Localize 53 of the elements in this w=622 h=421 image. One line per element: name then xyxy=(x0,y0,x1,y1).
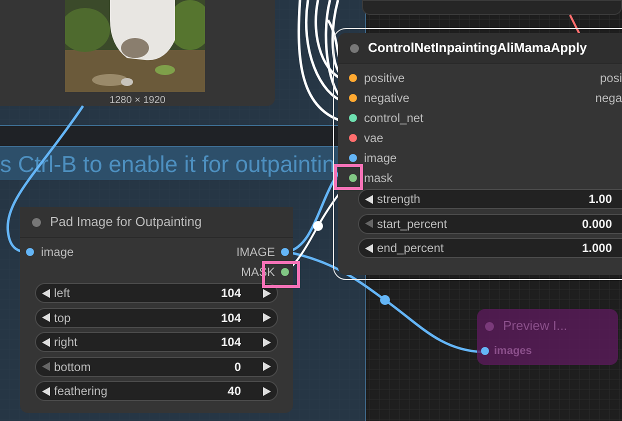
widget-label: bottom xyxy=(54,358,92,376)
widget-label: right xyxy=(54,334,78,351)
decrement-arrow-icon[interactable] xyxy=(42,386,50,396)
widget-value: 0.000 xyxy=(582,216,612,232)
highlight-box xyxy=(334,164,363,190)
decrement-arrow-icon[interactable] xyxy=(365,194,373,204)
widget-label: strength xyxy=(377,191,422,208)
number-widget[interactable]: end_percent 1.000 xyxy=(358,238,622,258)
node-title: Preview I... xyxy=(503,317,568,336)
number-widget[interactable]: start_percent 0.000 xyxy=(358,214,622,234)
input-label: negative xyxy=(364,90,410,107)
node-title: ControlNetInpaintingAliMamaApply xyxy=(368,39,587,58)
decrement-arrow-icon[interactable] xyxy=(42,313,50,322)
decrement-arrow-icon[interactable] xyxy=(42,338,50,346)
decrement-arrow-icon[interactable] xyxy=(42,288,50,298)
increment-arrow-icon[interactable] xyxy=(263,362,271,371)
number-widget[interactable]: right 104 xyxy=(35,332,278,352)
widget-value: 1.00 xyxy=(588,191,612,208)
increment-arrow-icon[interactable] xyxy=(263,288,271,298)
input-label: image xyxy=(41,244,74,261)
controlnet-node[interactable]: ControlNetInpaintingAliMamaApply positive posi negative nega control_net vae image mask strength 1.00 start_percent 0.000 end_percent 1.000 xyxy=(338,33,622,275)
input-label: image xyxy=(364,150,397,167)
image-size-caption: 1280 × 1920 xyxy=(108,94,166,108)
widget-value: 0 xyxy=(234,358,241,376)
output-label: nega xyxy=(595,90,622,107)
increment-arrow-icon[interactable] xyxy=(263,338,271,346)
increment-arrow-icon[interactable] xyxy=(263,386,271,396)
widget-value: 40 xyxy=(228,383,241,400)
increment-arrow-icon[interactable] xyxy=(263,313,271,322)
widget-label: end_percent xyxy=(377,240,445,257)
widget-label: top xyxy=(54,310,72,326)
widget-value: 104 xyxy=(220,334,241,351)
widget-value: 104 xyxy=(220,310,241,326)
wire xyxy=(569,14,581,36)
widget-label: start_percent xyxy=(377,216,448,232)
decrement-arrow-icon[interactable] xyxy=(365,244,373,252)
number-widget[interactable]: strength 1.00 xyxy=(358,189,622,209)
number-widget[interactable]: top 104 xyxy=(35,308,278,328)
input-label: vae xyxy=(364,130,384,147)
input-label: positive xyxy=(364,70,405,87)
number-widget[interactable]: feathering 40 xyxy=(35,381,278,401)
widget-label: feathering xyxy=(54,383,108,400)
number-widget[interactable]: left 104 xyxy=(35,283,278,303)
node-title: Pad Image for Outpainting xyxy=(50,213,202,232)
input-label: control_net xyxy=(364,110,424,127)
widget-label: left xyxy=(54,285,72,302)
input-label: images xyxy=(494,344,532,359)
output-label: posi xyxy=(600,70,622,87)
widget-value: 1.000 xyxy=(582,240,612,257)
input-label: mask xyxy=(364,170,393,187)
widget-value: 104 xyxy=(220,285,241,302)
output-label: IMAGE xyxy=(236,244,275,261)
number-widget[interactable]: bottom 0 xyxy=(35,356,278,376)
